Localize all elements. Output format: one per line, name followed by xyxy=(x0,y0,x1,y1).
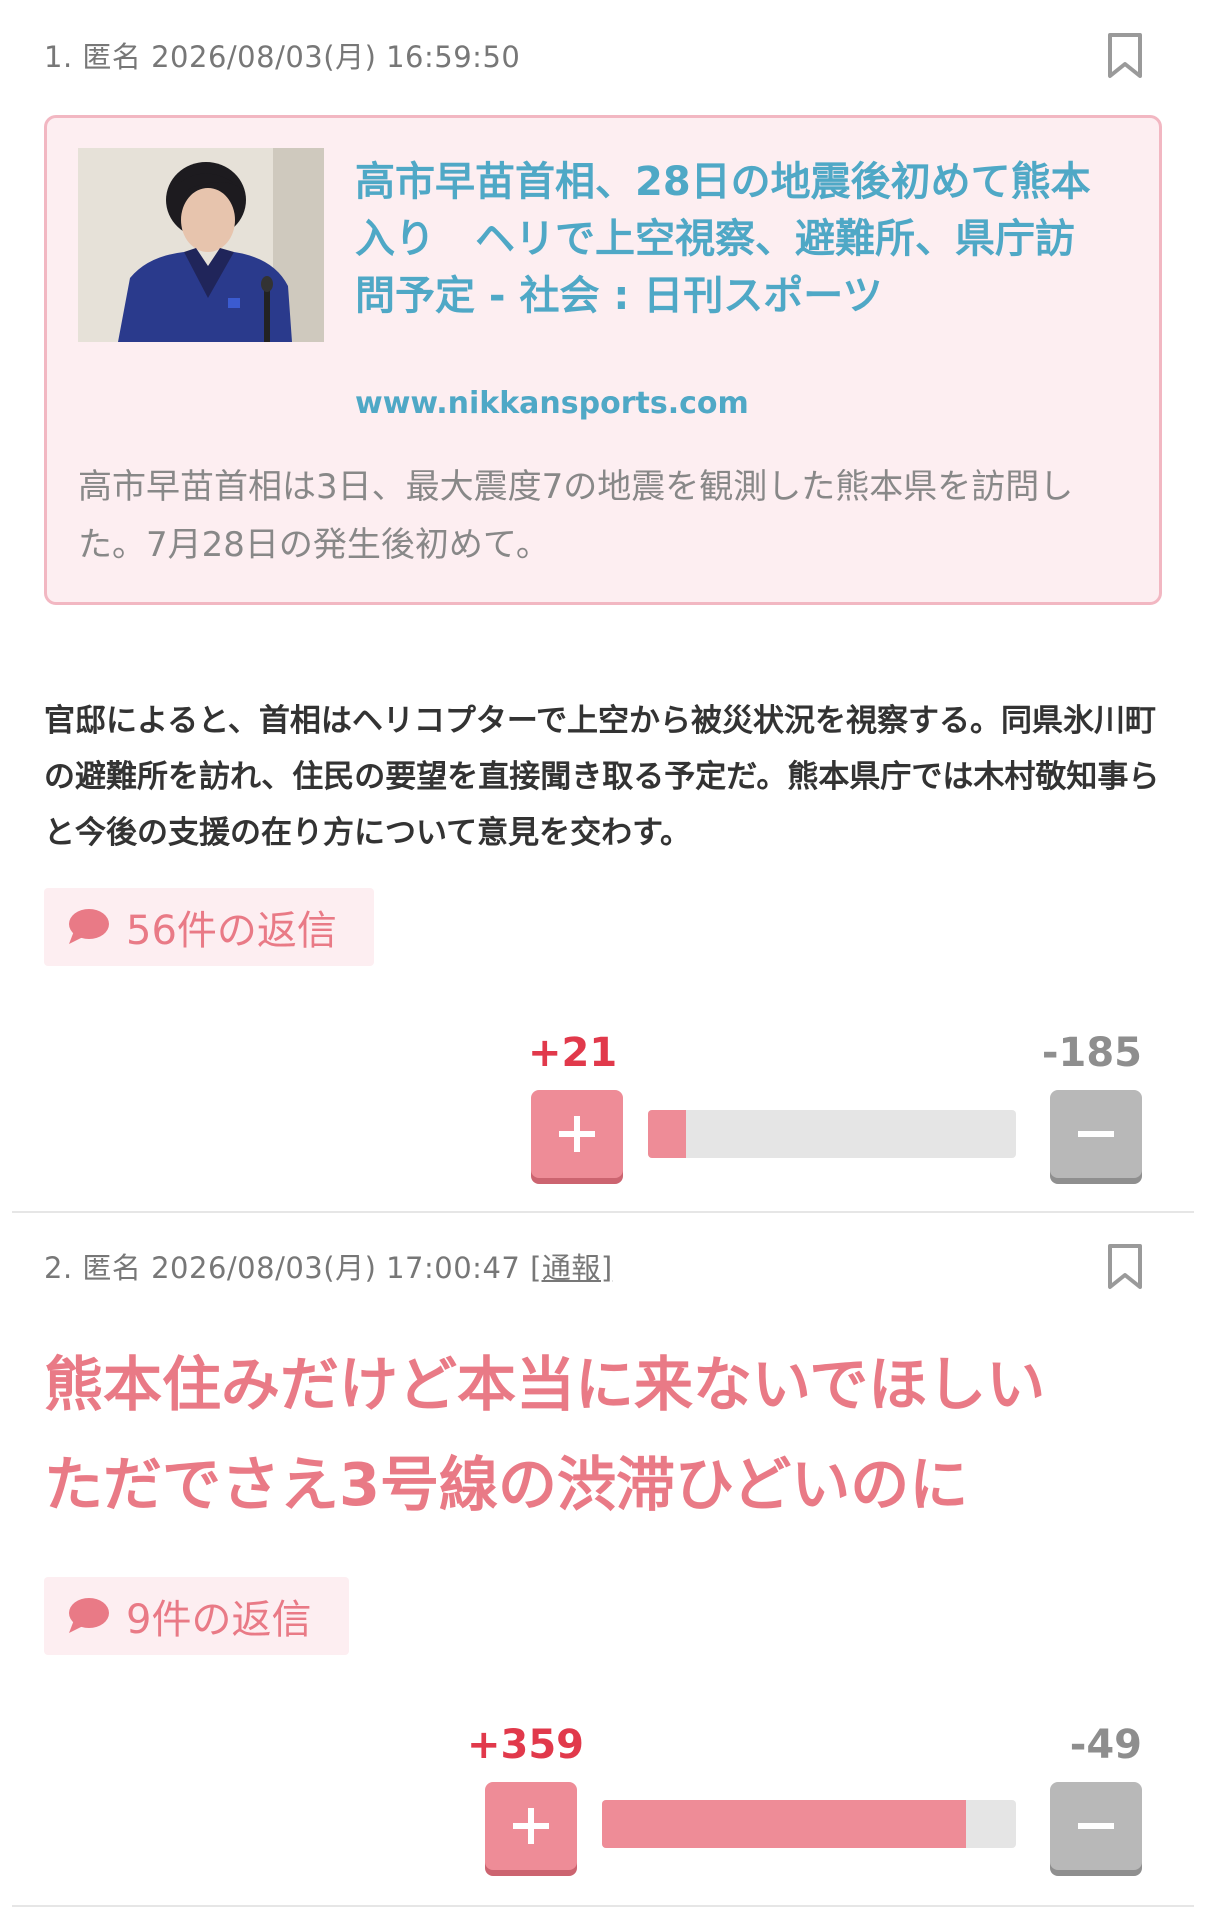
link-card[interactable]: 高市早苗首相、28日の地震後初めて熊本入り ヘリで上空視察、避難所、県庁訪問予定… xyxy=(44,115,1162,605)
comment-body: 熊本住みだけど本当に来ないでほしい ただでさえ3号線の渋滞ひどいのに xyxy=(44,1335,1164,1535)
reply-count-label: 56件の返信 xyxy=(126,908,337,954)
minus-vote-button[interactable] xyxy=(1050,1090,1142,1178)
plus-icon xyxy=(559,1116,595,1152)
minus-vote-count: -49 xyxy=(1069,1722,1142,1768)
comment-body-line: 熊本住みだけど本当に来ないでほしい xyxy=(44,1350,1046,1419)
speech-bubble-icon xyxy=(69,909,109,944)
plus-vote-button[interactable] xyxy=(485,1782,577,1870)
plus-vote-count: +359 xyxy=(467,1722,585,1768)
bookmark-icon[interactable] xyxy=(1106,32,1144,80)
comment-meta: 2. 匿名 2026/08/03(月) 17:00:47 [通報] xyxy=(44,1245,613,1287)
divider xyxy=(12,1211,1194,1213)
minus-vote-button[interactable] xyxy=(1050,1782,1142,1870)
article-thumbnail xyxy=(78,148,324,342)
comment-1: 1. 匿名 2026/08/03(月) 16:59:50 高市早苗首相、28日の… xyxy=(0,0,1206,1215)
report-link[interactable]: [通報] xyxy=(530,1251,613,1285)
article-title[interactable]: 高市早苗首相、28日の地震後初めて熊本入り ヘリで上空視察、避難所、県庁訪問予定… xyxy=(355,154,1095,325)
vote-ratio-bar xyxy=(602,1800,1016,1848)
minus-vote-count: -185 xyxy=(1041,1030,1142,1076)
article-description: 高市早苗首相は3日、最大震度7の地震を観測した熊本県を訪問した。7月28日の発生… xyxy=(78,467,1074,565)
comment-2: 2. 匿名 2026/08/03(月) 17:00:47 [通報] 熊本住みだけ… xyxy=(0,1215,1206,1913)
reply-count-label: 9件の返信 xyxy=(126,1597,312,1643)
plus-icon xyxy=(513,1808,549,1844)
divider xyxy=(12,1905,1194,1907)
comment-meta-text: 2. 匿名 2026/08/03(月) 17:00:47 xyxy=(44,1251,521,1285)
comment-body: 官邸によると、首相はヘリコプターで上空から被災状況を視察する。同県氷川町の避難所… xyxy=(44,703,1160,851)
article-domain: www.nikkansports.com xyxy=(355,386,749,421)
vote-ratio-bar xyxy=(648,1110,1016,1158)
minus-icon xyxy=(1078,1823,1114,1829)
vote-ratio-fill xyxy=(648,1110,686,1158)
minus-icon xyxy=(1078,1131,1114,1137)
bookmark-icon[interactable] xyxy=(1106,1243,1144,1291)
speech-bubble-icon xyxy=(69,1598,109,1633)
comment-body-line: ただでさえ3号線の渋滞ひどいのに xyxy=(44,1450,969,1519)
reply-count-button[interactable]: 56件の返信 xyxy=(44,888,374,966)
vote-ratio-fill xyxy=(602,1800,967,1848)
reply-count-button[interactable]: 9件の返信 xyxy=(44,1577,349,1655)
comment-meta: 1. 匿名 2026/08/03(月) 16:59:50 xyxy=(44,40,521,74)
plus-vote-button[interactable] xyxy=(531,1090,623,1178)
plus-vote-count: +21 xyxy=(528,1030,618,1076)
